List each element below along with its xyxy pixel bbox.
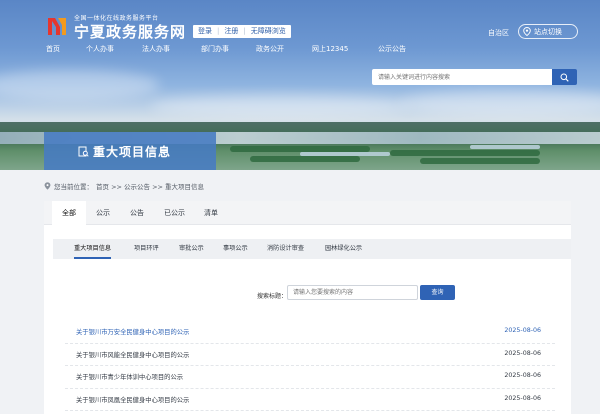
nav-home[interactable]: 首页 [46, 44, 60, 54]
site-search-button[interactable] [552, 69, 577, 85]
location-pin-icon [44, 182, 51, 190]
breadcrumb: 您当前位置： 首页 >> 公示公告 >> 重大项目信息 [44, 180, 204, 192]
subtab-major-projects[interactable]: 重大项目信息 [74, 239, 112, 259]
site-search-input[interactable] [372, 69, 552, 85]
subtab-fire-design[interactable]: 消防设计审查 [267, 239, 304, 259]
banner-title-box: 重大项目信息 [44, 132, 216, 170]
region-label: 自治区 [488, 29, 509, 37]
logo-title[interactable]: 宁夏政务服务网 [74, 21, 186, 42]
tab-notice[interactable]: 公告 [120, 201, 154, 225]
list-item[interactable]: 关于银川市风能全民健身中心项目的公示 2025-08-06 [65, 344, 555, 366]
subtab-eia[interactable]: 项目环评 [134, 239, 159, 259]
list-item[interactable]: 关于银川市万安全民健身中心项目的公示 2025-08-06 [65, 321, 555, 344]
query-button[interactable]: 查询 [420, 285, 455, 300]
nav-business[interactable]: 法人办事 [142, 44, 170, 54]
tab-all[interactable]: 全部 [52, 201, 86, 225]
document-search-icon [78, 146, 89, 157]
banner-title: 重大项目信息 [93, 144, 172, 159]
list-item[interactable]: 关于银川市凤凰全民健身中心项目的公示 2025-08-06 [65, 389, 555, 411]
project-list: 关于银川市万安全民健身中心项目的公示 2025-08-06 关于银川市风能全民健… [65, 321, 555, 411]
register-link[interactable]: 注册 [219, 25, 243, 38]
title-search-input[interactable] [287, 285, 418, 300]
filter-label: 搜索标题： [257, 293, 288, 300]
nav-notice[interactable]: 公示公告 [378, 44, 406, 54]
accessible-link[interactable]: 无障碍浏览 [246, 25, 291, 38]
main-nav: 首页 个人办事 法人办事 部门办事 政务公开 网上12345 公示公告 [0, 44, 600, 56]
nav-department[interactable]: 部门办事 [201, 44, 229, 54]
list-item-title[interactable]: 关于银川市青少年体训中心项目的公示 [76, 372, 183, 381]
site-switch-label: 站点切换 [534, 27, 562, 36]
subtab-landscaping[interactable]: 园林绿化公示 [325, 239, 362, 259]
page-root: 全国一体化在线政务服务平台 宁夏政务服务网 登录 | 注册 | 无障碍浏览 自治… [0, 0, 600, 414]
list-item-date: 2025-08-06 [504, 327, 541, 334]
tab-publicity[interactable]: 公示 [86, 201, 120, 225]
breadcrumb-path[interactable]: 首页 >> 公示公告 >> 重大项目信息 [96, 181, 204, 191]
category-tabs: 全部 公示 公告 已公示 清单 [44, 201, 571, 225]
sub-category-tabs: 重大项目信息 项目环评 审批公示 事项公示 消防设计审查 园林绿化公示 [53, 239, 571, 259]
search-icon [560, 73, 569, 82]
site-switch-button[interactable]: 站点切换 [518, 24, 578, 39]
list-item-title[interactable]: 关于银川市凤凰全民健身中心项目的公示 [76, 395, 189, 404]
list-item[interactable]: 关于银川市青少年体训中心项目的公示 2025-08-06 [65, 366, 555, 389]
list-item-date: 2025-08-06 [504, 372, 541, 379]
login-link[interactable]: 登录 [193, 25, 217, 38]
subtab-approval[interactable]: 审批公示 [179, 239, 204, 259]
site-search [372, 69, 577, 85]
tab-published[interactable]: 已公示 [154, 201, 195, 225]
location-pin-icon [523, 27, 531, 36]
auth-links: 登录 | 注册 | 无障碍浏览 [193, 25, 291, 38]
list-item-title[interactable]: 关于银川市万安全民健身中心项目的公示 [76, 327, 189, 336]
nav-12345[interactable]: 网上12345 [312, 44, 348, 54]
list-item-title[interactable]: 关于银川市风能全民健身中心项目的公示 [76, 350, 189, 359]
tab-list[interactable]: 清单 [194, 201, 228, 225]
logo-icon [48, 18, 66, 35]
header-hero: 全国一体化在线政务服务平台 宁夏政务服务网 登录 | 注册 | 无障碍浏览 自治… [0, 0, 600, 170]
content-panel: 全部 公示 公告 已公示 清单 重大项目信息 项目环评 审批公示 事项公示 消防… [44, 201, 571, 414]
nav-public[interactable]: 政务公开 [256, 44, 284, 54]
list-item-date: 2025-08-06 [504, 394, 541, 402]
subtab-matters[interactable]: 事项公示 [223, 239, 248, 259]
breadcrumb-prefix: 您当前位置： [54, 183, 93, 191]
list-item-date: 2025-08-06 [504, 349, 541, 357]
nav-personal[interactable]: 个人办事 [86, 44, 114, 54]
